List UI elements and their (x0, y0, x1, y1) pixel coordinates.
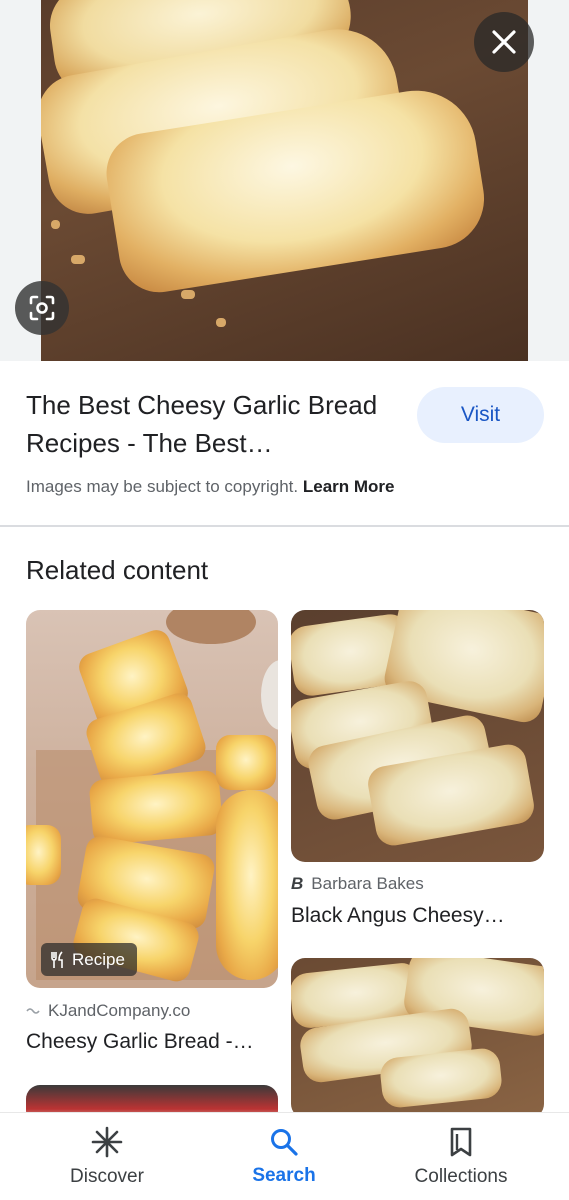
recipe-badge-label: Recipe (72, 949, 125, 969)
card-title-1[interactable]: Cheesy Garlic Bread -… (26, 1030, 254, 1054)
card-source-label: Barbara Bakes (311, 874, 424, 893)
card-source-1: KJandCompany.co (26, 1001, 190, 1021)
learn-more-link[interactable]: Learn More (303, 477, 395, 496)
nav-collections[interactable]: Collections (381, 1113, 541, 1200)
card-source-2: B Barbara Bakes (291, 874, 424, 894)
nav-search[interactable]: Search (204, 1113, 364, 1200)
nav-discover-label: Discover (70, 1166, 144, 1187)
copyright-notice: Images may be subject to copyright. Lear… (26, 477, 395, 497)
close-button[interactable] (474, 12, 534, 72)
kjandcompany-logo (26, 1008, 40, 1014)
nav-search-label: Search (252, 1165, 316, 1186)
barbara-bakes-logo: B (291, 874, 304, 893)
lens-icon (29, 295, 55, 321)
recipe-badge: Recipe (41, 943, 137, 976)
search-icon (271, 1129, 298, 1156)
nav-collections-label: Collections (414, 1166, 508, 1187)
result-title[interactable]: The Best Cheesy Garlic Bread Recipes - T… (26, 386, 396, 462)
garlic-bread-image[interactable] (41, 0, 528, 361)
copyright-text: Images may be subject to copyright. (26, 477, 299, 496)
hero-image-area (0, 0, 569, 361)
related-card-image-2[interactable] (291, 610, 544, 862)
card-title-2[interactable]: Black Angus Cheesy… (291, 904, 505, 928)
related-card-image-1[interactable] (26, 610, 278, 988)
related-content-heading: Related content (26, 555, 209, 585)
bottom-navigation: Discover Search Collections (0, 1112, 569, 1200)
collections-icon (450, 1127, 472, 1157)
asterisk-icon (91, 1126, 123, 1158)
nav-discover[interactable]: Discover (27, 1113, 187, 1200)
related-card-image-3[interactable] (291, 958, 544, 1118)
visit-button[interactable]: Visit (417, 387, 544, 443)
card-source-label: KJandCompany.co (48, 1001, 191, 1020)
close-icon (492, 30, 516, 54)
lens-button[interactable] (15, 281, 69, 335)
fork-knife-icon (51, 950, 63, 968)
divider (0, 525, 569, 527)
